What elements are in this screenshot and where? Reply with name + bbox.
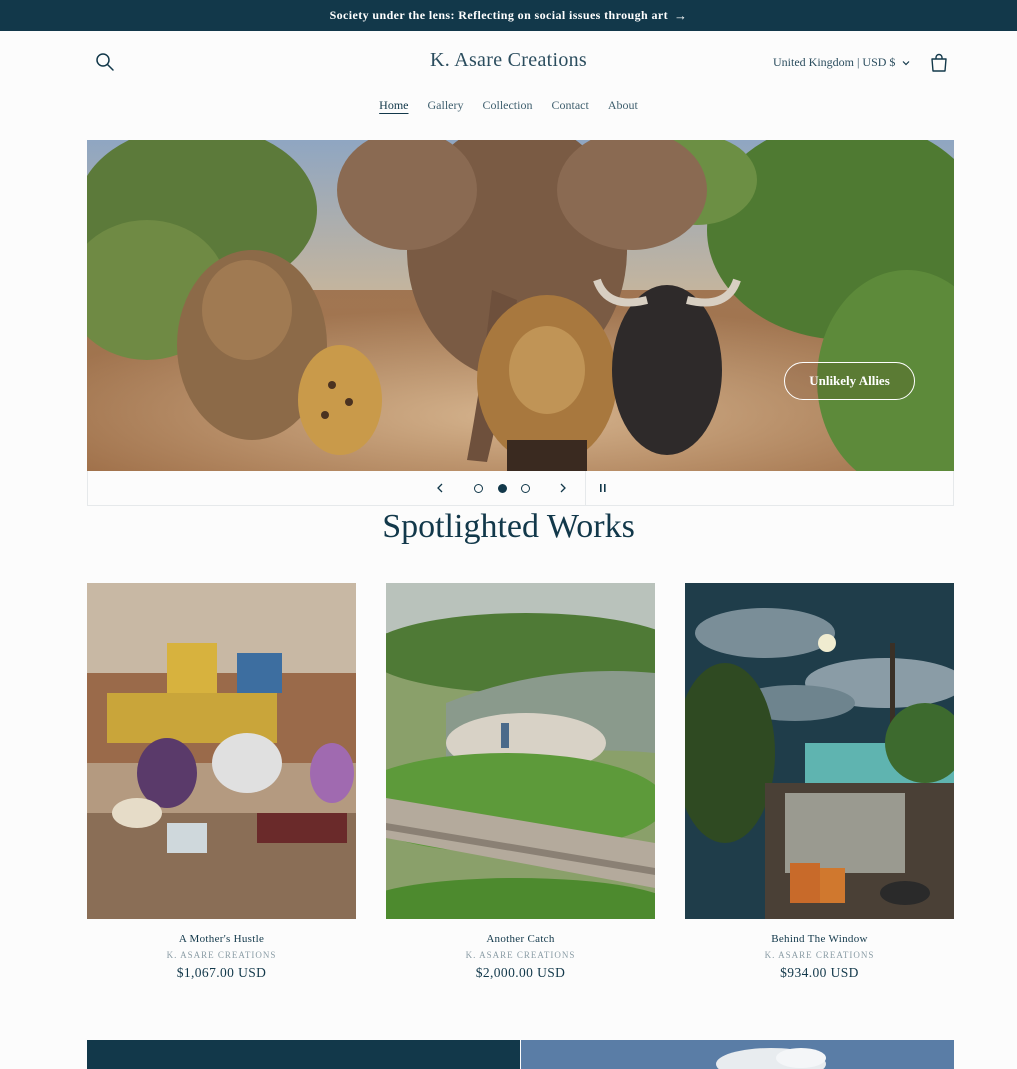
feature-image: [521, 1040, 954, 1069]
product-title[interactable]: A Mother's Hustle: [87, 933, 356, 945]
cart-button[interactable]: [927, 51, 951, 75]
main-nav: Home Gallery Collection Contact About: [0, 98, 1017, 113]
product-price: $934.00 USD: [780, 965, 859, 980]
nav-item-gallery[interactable]: Gallery: [428, 98, 464, 113]
next-slide-button[interactable]: [556, 479, 570, 502]
product-image[interactable]: [87, 583, 356, 919]
product-card[interactable]: Another Catch K. ASARE CREATIONS $2,000.…: [386, 583, 655, 981]
product-image[interactable]: [386, 583, 655, 919]
product-price: $2,000.00 USD: [475, 965, 566, 980]
country-selector-label: United Kingdom | USD $: [773, 55, 896, 69]
chevron-down-icon: [902, 60, 910, 65]
arrow-right-icon: →: [674, 7, 688, 23]
site-header: K. Asare Creations United Kingdom | USD …: [0, 31, 1017, 123]
product-card[interactable]: A Mother's Hustle K. ASARE CREATIONS $1,…: [87, 583, 356, 981]
previous-slide-button[interactable]: [433, 479, 447, 502]
nav-item-home[interactable]: Home: [379, 98, 408, 113]
hero-cta-button[interactable]: Unlikely Allies: [784, 362, 915, 400]
hero-slideshow: Unlikely Allies: [87, 140, 954, 471]
slide-dot-2[interactable]: [498, 484, 507, 493]
hero-painting: [87, 140, 954, 471]
slideshow-controls: [87, 471, 954, 506]
product-price: $1,067.00 USD: [176, 965, 267, 980]
shopping-bag-icon: [931, 53, 947, 72]
product-vendor: K. ASARE CREATIONS: [764, 950, 875, 960]
section-title: Spotlighted Works: [382, 508, 635, 545]
announcement-bar[interactable]: Society under the lens: Reflecting on so…: [0, 0, 1017, 31]
product-title[interactable]: Behind The Window: [685, 933, 954, 945]
product-image[interactable]: [685, 583, 954, 919]
chevron-left-icon: [437, 483, 443, 493]
pause-icon: [600, 484, 606, 492]
feature-panel: [87, 1040, 520, 1069]
nav-item-collection[interactable]: Collection: [482, 98, 532, 113]
country-selector[interactable]: United Kingdom | USD $: [773, 55, 911, 70]
announcement-text: Society under the lens: Reflecting on so…: [329, 8, 668, 22]
pause-slideshow-button[interactable]: [596, 479, 610, 502]
product-card[interactable]: Behind The Window K. ASARE CREATIONS $93…: [685, 583, 954, 981]
slide-dot-3[interactable]: [521, 484, 530, 493]
slide-dot-1[interactable]: [474, 484, 483, 493]
chevron-right-icon: [560, 483, 566, 493]
product-vendor: K. ASARE CREATIONS: [166, 950, 277, 960]
product-title[interactable]: Another Catch: [386, 933, 655, 945]
nav-item-about[interactable]: About: [608, 98, 638, 113]
product-vendor: K. ASARE CREATIONS: [465, 950, 576, 960]
sky-painting: [521, 1040, 954, 1069]
controls-divider: [585, 471, 586, 505]
nav-item-contact[interactable]: Contact: [551, 98, 588, 113]
